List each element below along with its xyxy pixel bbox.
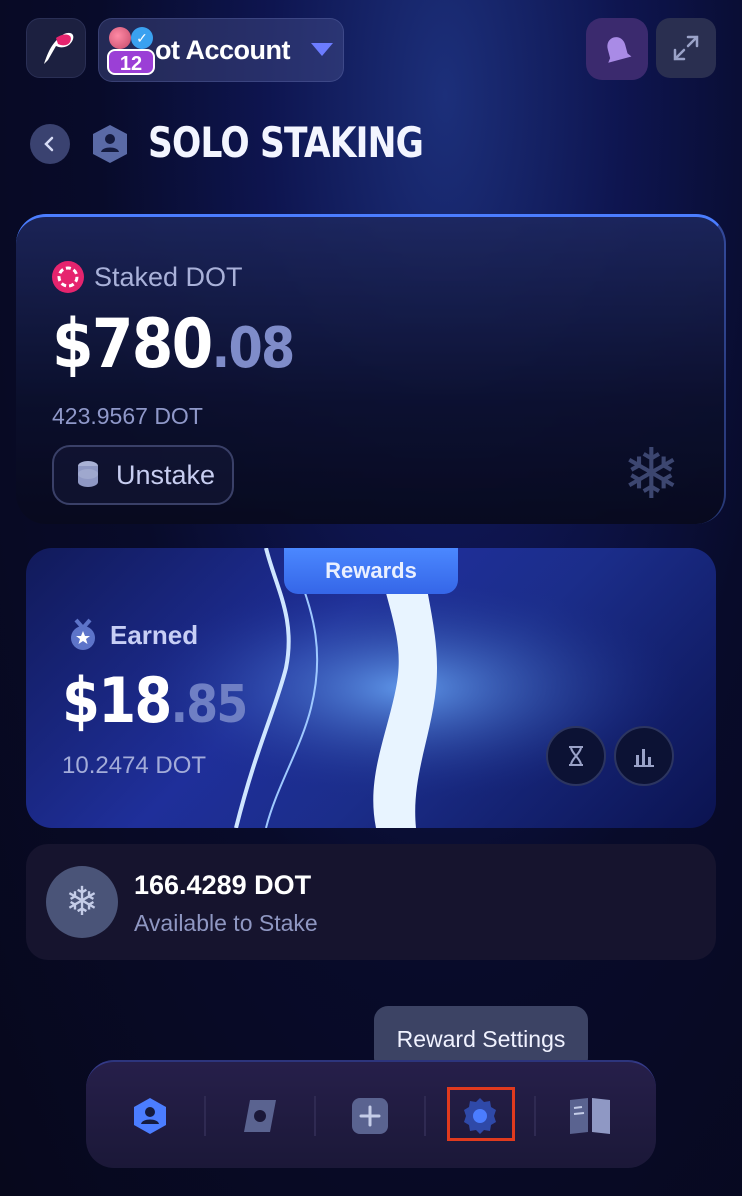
account-avatars: ✓ 12 [105, 23, 155, 77]
nav-info[interactable] [564, 1090, 616, 1142]
nav-user-icon [134, 1098, 166, 1134]
account-name: ot Account [155, 35, 290, 65]
expand-button[interactable] [656, 18, 716, 78]
chart-icon [634, 749, 654, 767]
earned-value: $18.85 [62, 664, 248, 737]
app-logo-button[interactable] [26, 18, 86, 78]
rewards-chart-button[interactable] [614, 726, 674, 786]
nav-divider [204, 1096, 206, 1136]
nav-book-icon [570, 1098, 610, 1134]
nav-pools[interactable] [234, 1090, 286, 1142]
selection-highlight [447, 1087, 515, 1141]
notifications-button[interactable] [586, 18, 648, 80]
page-title: SOLO STAKING [148, 118, 424, 167]
staked-card: Staked DOT $780.08 423.9567 DOT Unstake … [16, 214, 726, 524]
account-count-badge: 12 [107, 49, 155, 75]
earned-label: Earned [110, 619, 199, 650]
available-label: Available to Stake [134, 910, 318, 936]
nav-divider [424, 1096, 426, 1136]
available-to-stake-card[interactable]: ❄ 166.4289 DOT Available to Stake [26, 844, 716, 960]
bell-icon [607, 37, 632, 63]
nav-pools-icon [244, 1100, 276, 1132]
account-avatar-icon [109, 27, 131, 49]
polkadot-icon [52, 261, 84, 293]
nav-solo-staking[interactable] [124, 1090, 176, 1142]
hourglass-icon [569, 746, 583, 766]
earned-dot-amount: 10.2474 DOT [62, 752, 207, 779]
nav-add-icon [352, 1098, 388, 1134]
unstake-label: Unstake [116, 459, 216, 490]
expand-icon [673, 35, 699, 61]
back-button[interactable] [30, 124, 70, 164]
nav-divider [534, 1096, 536, 1136]
rewards-tab[interactable]: Rewards [284, 548, 458, 594]
snowflake-icon: ❄ [46, 866, 118, 938]
medal-icon [71, 618, 95, 650]
nav-add[interactable] [344, 1090, 396, 1142]
verified-icon: ✓ [131, 27, 153, 49]
staked-dot-amount: 423.9567 DOT [52, 403, 203, 429]
available-amount: 166.4289 DOT [134, 870, 312, 900]
snowflake-icon: ❄ [622, 435, 681, 513]
coins-icon [78, 461, 98, 487]
chevron-down-icon [311, 43, 333, 56]
pending-rewards-button[interactable] [546, 726, 606, 786]
user-shield-icon [93, 125, 127, 163]
staked-value: $780.08 [52, 305, 295, 384]
account-selector[interactable]: ✓ 12 ot Account [98, 18, 344, 82]
back-icon [44, 136, 54, 152]
unstake-button[interactable]: Unstake [52, 445, 234, 505]
nav-divider [314, 1096, 316, 1136]
bottom-nav [86, 1060, 656, 1168]
logo-icon [44, 32, 74, 64]
staked-label: Staked DOT [94, 261, 243, 292]
